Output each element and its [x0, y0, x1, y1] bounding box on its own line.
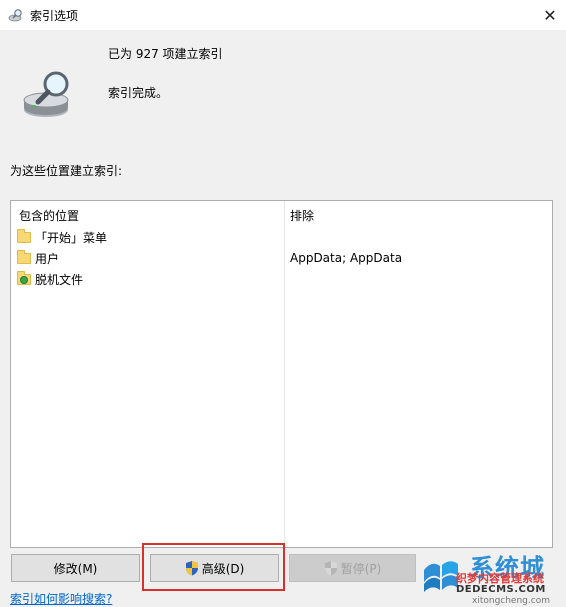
- index-drive-icon: [23, 71, 69, 117]
- modify-button[interactable]: 修改(M): [11, 554, 140, 582]
- index-status-text: 索引完成。: [108, 86, 169, 100]
- included-locations-header: 包含的位置: [19, 209, 80, 223]
- watermark-line2: DEDECMS.COM: [456, 584, 546, 595]
- sync-badge-icon: [20, 275, 28, 284]
- list-item-users[interactable]: 用户: [17, 249, 59, 267]
- pause-button[interactable]: 暂停(P): [289, 554, 416, 582]
- list-item-offline-files[interactable]: 脱机文件: [17, 270, 83, 288]
- column-divider: [284, 201, 285, 547]
- window-title: 索引选项: [30, 9, 79, 23]
- indexing-options-icon: [8, 9, 22, 22]
- folder-icon: [17, 228, 31, 243]
- offline-files-icon: [17, 270, 31, 285]
- indexed-count-text: 已为 927 项建立索引: [108, 47, 223, 61]
- location-label: 用户: [35, 251, 60, 266]
- exclude-value-users: AppData; AppData: [290, 251, 403, 265]
- uac-shield-icon: [324, 561, 337, 576]
- close-button[interactable]: ✕: [534, 0, 566, 30]
- location-label: 脱机文件: [35, 272, 84, 287]
- close-icon: ✕: [543, 5, 557, 25]
- location-label: 「开始」菜单: [35, 230, 108, 245]
- locations-section-label: 为这些位置建立索引:: [10, 164, 123, 178]
- exclude-header: 排除: [290, 209, 315, 223]
- help-link[interactable]: 索引如何影响搜索?: [10, 590, 112, 607]
- highlight-annotation: [142, 543, 285, 591]
- pause-label: 暂停(P): [340, 561, 382, 576]
- list-item-start-menu[interactable]: 「开始」菜单: [17, 228, 107, 246]
- watermark-line3: xitongcheng.com: [472, 596, 550, 606]
- locations-list[interactable]: 包含的位置 排除 「开始」菜单 用户 脱机文件 AppData; AppData: [10, 200, 553, 548]
- modify-label: 修改(M): [53, 561, 98, 576]
- folder-icon: [17, 249, 31, 264]
- title-bar: 索引选项 ✕: [0, 0, 566, 30]
